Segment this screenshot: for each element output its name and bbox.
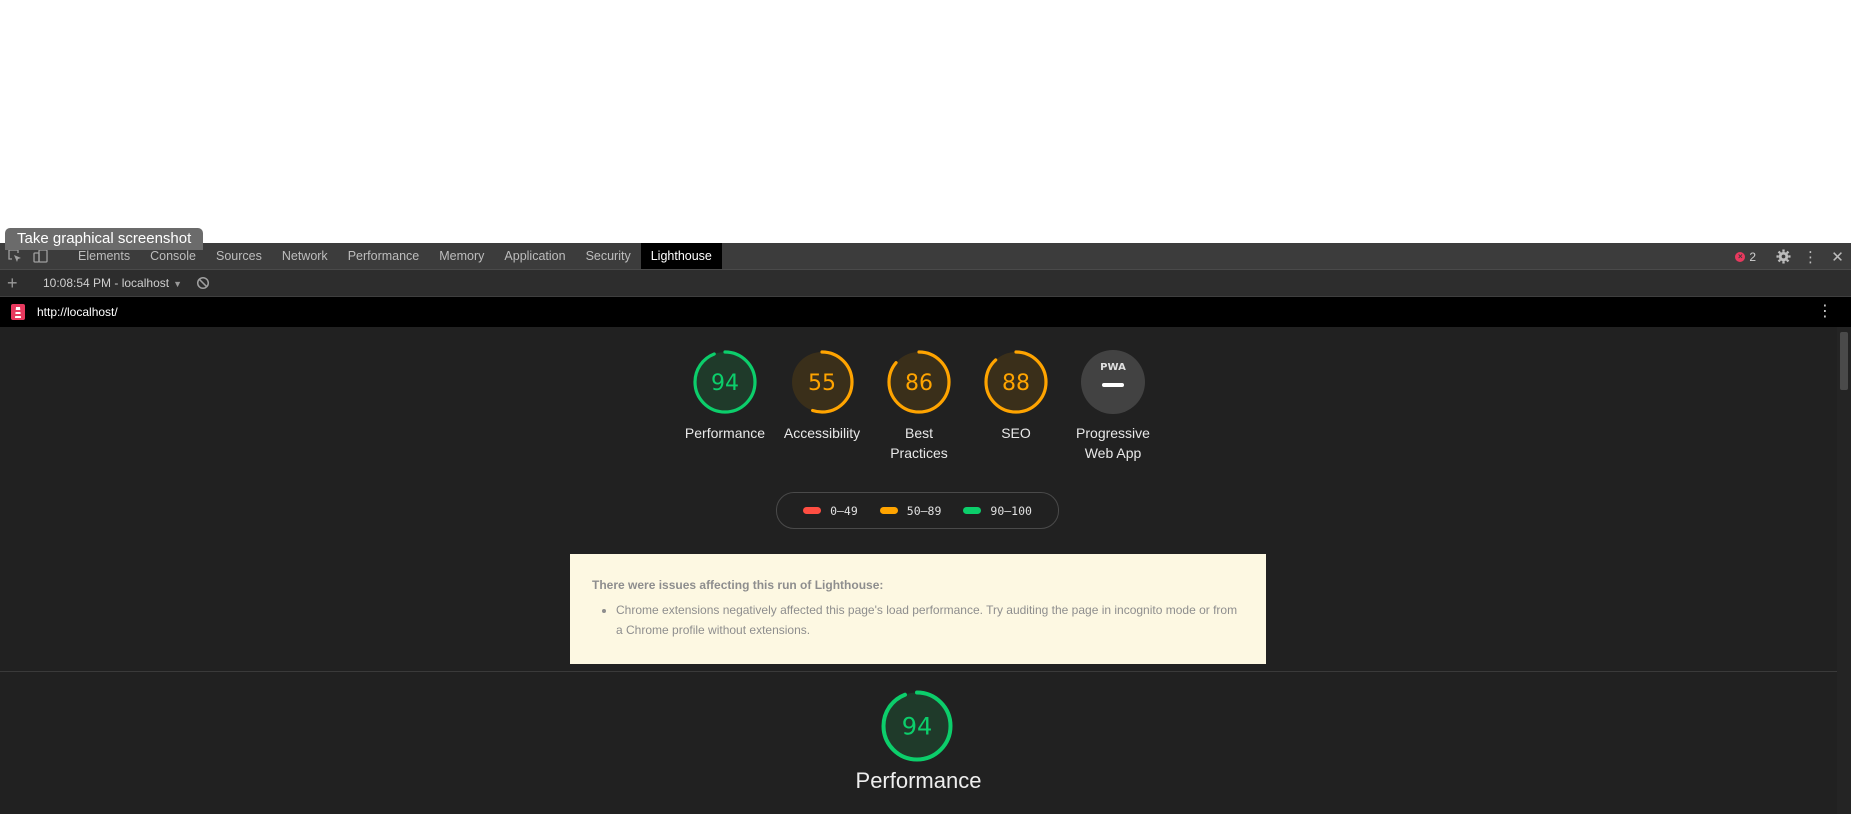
pwa-badge-icon: PWA bbox=[1081, 350, 1145, 414]
gauge-label-line1: Progressive bbox=[1076, 425, 1150, 441]
report-scrollbar[interactable] bbox=[1837, 327, 1851, 814]
gauge-label: SEO bbox=[1001, 423, 1031, 443]
legend-swatch bbox=[963, 507, 982, 514]
legend-item: 0–49 bbox=[803, 504, 858, 518]
gauge-seo[interactable]: 88 SEO bbox=[969, 349, 1064, 463]
gauge-score: 88 bbox=[1002, 371, 1030, 396]
lighthouse-report: 94 Performance 55 Accessibility 86 Best Practi… bbox=[0, 327, 1837, 814]
report-select[interactable]: 10:08:54 PM - localhost ▼ bbox=[43, 270, 182, 296]
performance-section-gauge[interactable]: 94 bbox=[881, 690, 953, 762]
devtools-right-tools: × 2 ⋮ ✕ bbox=[1735, 243, 1851, 270]
gauge-score: 55 bbox=[808, 371, 836, 396]
pwa-badge-text: PWA bbox=[1100, 362, 1126, 373]
devtools-panel: Elements Console Sources Network Performance… bbox=[0, 243, 1851, 814]
gauge-pwa[interactable]: PWA Progressive Web App bbox=[1066, 349, 1161, 463]
score-gauge-chart: 86 bbox=[887, 350, 951, 414]
inspected-page bbox=[0, 0, 1851, 243]
score-gauge-chart: 88 bbox=[984, 350, 1048, 414]
legend-item: 50–89 bbox=[879, 503, 942, 518]
score-gauges: 94 Performance 55 Accessibility 86 Best Practi… bbox=[0, 349, 1837, 463]
screenshot-tooltip: Take graphical screenshot bbox=[5, 228, 204, 250]
gauge-label: Progressive Web App bbox=[1076, 423, 1150, 463]
gauge-label: Best Practices bbox=[890, 423, 948, 463]
scrollbar-thumb[interactable] bbox=[1840, 332, 1848, 390]
report-url[interactable]: http://localhost/ bbox=[37, 297, 118, 327]
gauge-label: Accessibility bbox=[784, 423, 860, 443]
clear-icon[interactable] bbox=[196, 276, 210, 290]
error-count: 2 bbox=[1749, 249, 1756, 264]
legend-range: 90–100 bbox=[990, 503, 1032, 518]
legend-range: 50–89 bbox=[906, 503, 942, 518]
gauge-label-line2: Web App bbox=[1084, 445, 1142, 461]
tab-sources[interactable]: Sources bbox=[206, 243, 272, 269]
report-url-bar: http://localhost/ ⋮ bbox=[0, 297, 1851, 327]
lighthouse-logo-icon bbox=[11, 304, 25, 320]
gauge-score: 94 bbox=[711, 371, 739, 396]
performance-section-title: Performance bbox=[855, 768, 982, 793]
score-gauge-chart: 94 bbox=[693, 350, 757, 414]
gauge-label-line1: SEO bbox=[1001, 425, 1031, 441]
tab-application[interactable]: Application bbox=[494, 243, 575, 269]
warning-title: There were issues affecting this run of … bbox=[592, 578, 884, 592]
report-menu-icon[interactable]: ⋮ bbox=[1817, 297, 1833, 327]
score-legend: 0–49 50–89 90–100 bbox=[776, 492, 1059, 529]
gauge-best[interactable]: 86 Best Practices bbox=[872, 349, 967, 463]
close-icon[interactable]: ✕ bbox=[1824, 243, 1851, 270]
legend-item: 90–100 bbox=[963, 504, 1032, 518]
run-warnings: There were issues affecting this run of … bbox=[570, 554, 1266, 664]
error-badge[interactable]: × 2 bbox=[1735, 250, 1756, 264]
legend-swatch bbox=[803, 507, 822, 514]
devtools-tabbar: Elements Console Sources Network Performance… bbox=[0, 243, 1851, 270]
gauge-label-line1: Accessibility bbox=[783, 425, 861, 441]
gauge-label-line1: Best bbox=[904, 425, 933, 441]
section-divider bbox=[0, 671, 1837, 672]
tab-network[interactable]: Network bbox=[272, 243, 338, 269]
legend-range: 0–49 bbox=[830, 503, 858, 518]
gauge-accessibility[interactable]: 55 Accessibility bbox=[775, 349, 870, 463]
gauge-label-line2: Practices bbox=[890, 445, 948, 461]
warning-item: Chrome extensions negatively affected th… bbox=[616, 600, 1244, 640]
gear-icon[interactable] bbox=[1770, 243, 1797, 270]
more-options-icon[interactable]: ⋮ bbox=[1797, 243, 1824, 270]
gauge-score: 86 bbox=[905, 371, 933, 396]
error-icon: × bbox=[1735, 251, 1746, 262]
score-gauge-chart: 55 bbox=[790, 350, 854, 414]
warning-list: Chrome extensions negatively affected th… bbox=[592, 600, 1244, 640]
legend-swatch bbox=[879, 507, 898, 514]
chevron-down-icon: ▼ bbox=[173, 279, 182, 289]
lighthouse-toolbar: + 10:08:54 PM - localhost ▼ bbox=[0, 270, 1851, 297]
gauge-performance[interactable]: 94 Performance bbox=[678, 349, 773, 463]
tab-memory[interactable]: Memory bbox=[429, 243, 494, 269]
tab-lighthouse[interactable]: Lighthouse bbox=[640, 243, 722, 269]
gauge-label-line1: Performance bbox=[684, 425, 766, 441]
gauge-score: 94 bbox=[902, 713, 933, 741]
tab-security[interactable]: Security bbox=[576, 243, 641, 269]
new-report-icon[interactable]: + bbox=[7, 272, 18, 294]
tab-performance[interactable]: Performance bbox=[338, 243, 430, 269]
gauge-label: Performance bbox=[685, 423, 765, 443]
report-select-label: 10:08:54 PM - localhost bbox=[43, 276, 170, 290]
